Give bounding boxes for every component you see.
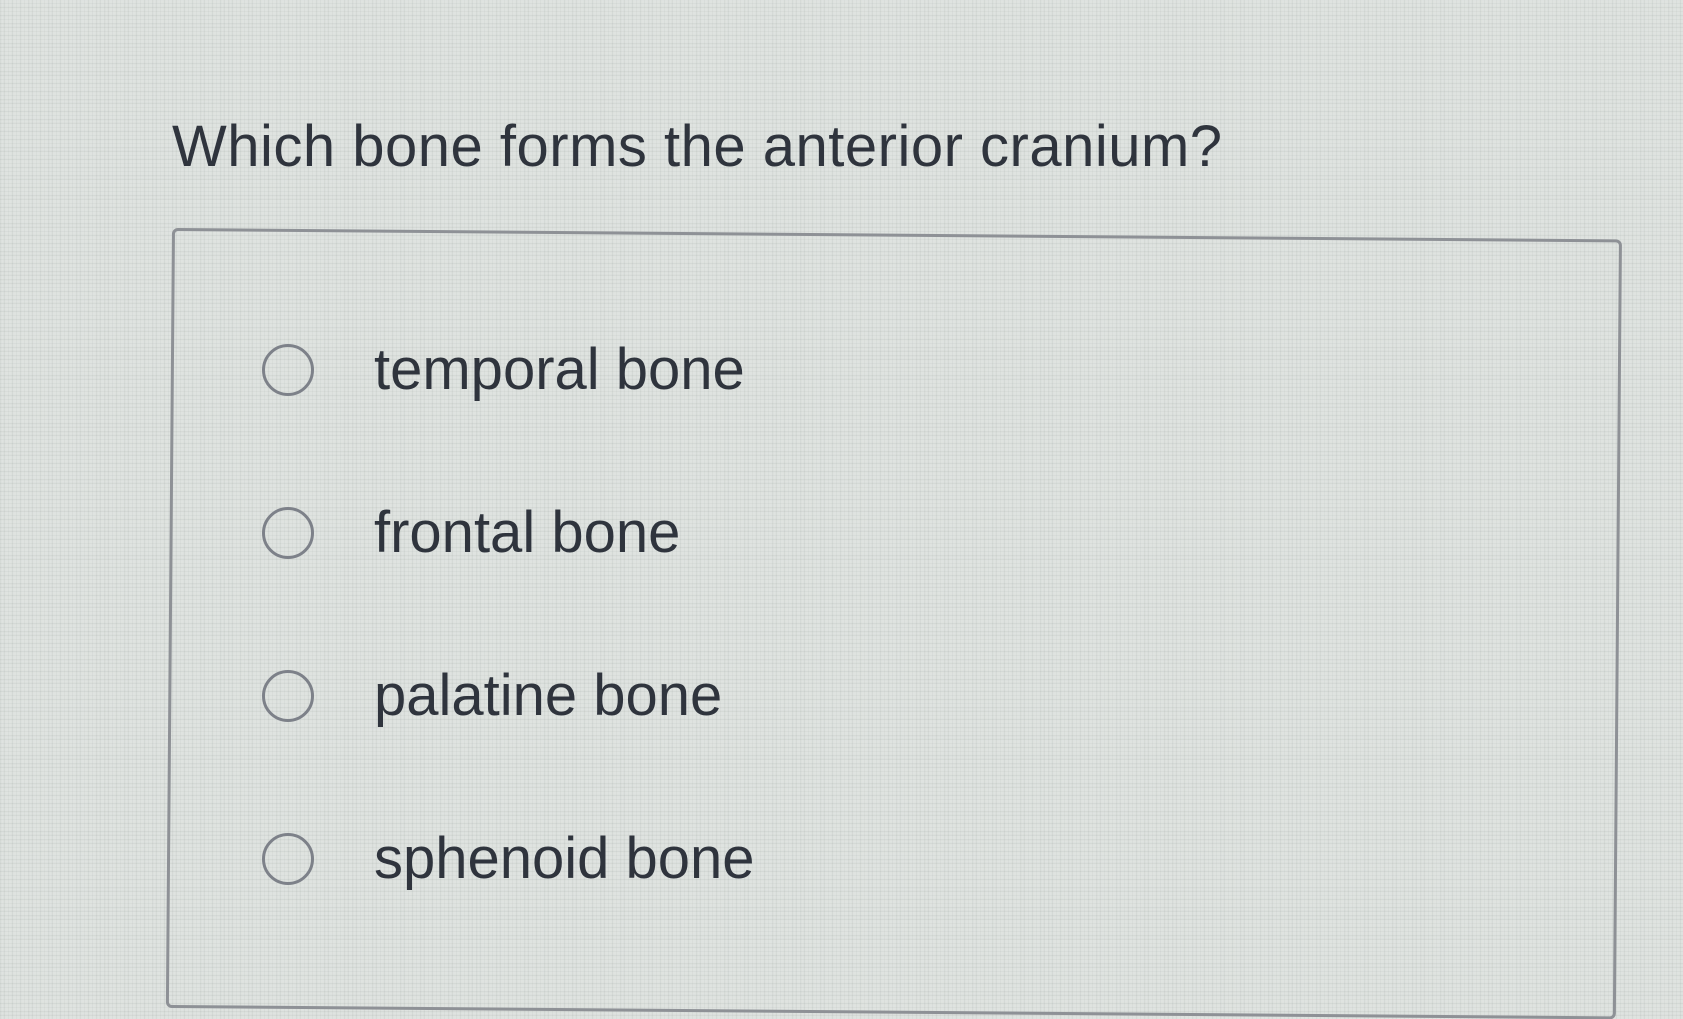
radio-unselected-icon[interactable] [262,833,314,885]
option-label: palatine bone [374,663,723,728]
option-sphenoid-bone[interactable]: sphenoid bone [262,819,755,899]
option-frontal-bone[interactable]: frontal bone [262,493,755,573]
option-label: sphenoid bone [374,826,755,891]
option-temporal-bone[interactable]: temporal bone [262,330,755,410]
radio-unselected-icon[interactable] [262,507,314,559]
radio-unselected-icon[interactable] [262,670,314,722]
question-text: Which bone forms the anterior cranium? [172,114,1223,179]
option-label: frontal bone [374,500,681,565]
answer-options-list: temporal bone frontal bone palatine bone… [262,330,755,982]
option-palatine-bone[interactable]: palatine bone [262,656,755,736]
radio-unselected-icon[interactable] [262,344,314,396]
option-label: temporal bone [374,337,745,402]
